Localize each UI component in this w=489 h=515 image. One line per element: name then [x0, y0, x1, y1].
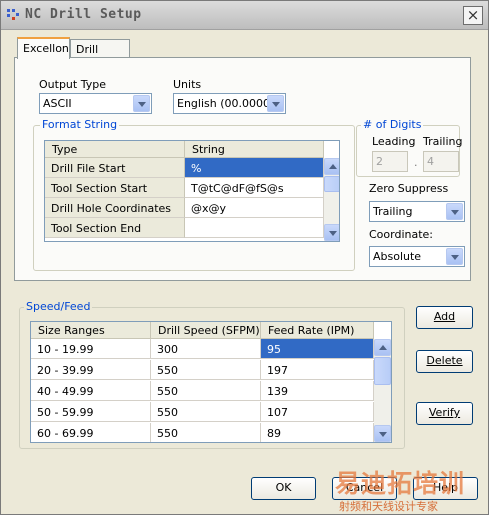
- delete-button[interactable]: Delete: [416, 350, 473, 373]
- speed-feed-grid[interactable]: Size Ranges Drill Speed (SFPM) Feed Rate…: [30, 321, 392, 443]
- units-select[interactable]: English (00.0000): [173, 93, 286, 114]
- format-row-type: Tool Section End: [45, 218, 185, 238]
- scroll-up-icon[interactable]: [374, 339, 391, 356]
- speed-feed-title: Speed/Feed: [24, 300, 93, 313]
- drill-speed-cell[interactable]: 300: [151, 339, 261, 359]
- feed-rate-cell[interactable]: 139: [261, 381, 374, 401]
- speed-feed-scrollbar[interactable]: [374, 339, 391, 442]
- format-row-type: Drill File Start: [45, 158, 185, 178]
- watermark-line2: 射频和天线设计专家: [339, 500, 438, 513]
- tab-excellon-label: Excellon: [23, 42, 69, 55]
- format-row-type: Tool Section Start: [45, 178, 185, 198]
- close-button[interactable]: ×: [463, 6, 483, 25]
- feed-rate-cell[interactable]: 197: [261, 360, 374, 380]
- chevron-down-icon[interactable]: [267, 95, 284, 112]
- close-icon: ×: [466, 6, 480, 24]
- add-button-label: Add: [433, 310, 456, 323]
- scroll-down-icon[interactable]: [374, 425, 391, 442]
- verify-button[interactable]: Verify: [416, 402, 473, 425]
- coordinate-label: Coordinate:: [369, 228, 434, 241]
- chevron-down-icon[interactable]: [133, 95, 150, 112]
- scroll-down-icon[interactable]: [324, 224, 339, 241]
- chevron-down-icon[interactable]: [446, 203, 463, 220]
- size-range-cell[interactable]: 20 - 39.99: [31, 360, 151, 380]
- format-grid-scrollbar[interactable]: [324, 158, 339, 241]
- format-row-string[interactable]: T@tC@dF@fS@s: [185, 178, 324, 198]
- column-header-drill-speed[interactable]: Drill Speed (SFPM): [151, 322, 261, 339]
- feed-rate-cell[interactable]: 107: [261, 402, 374, 422]
- format-row-string[interactable]: [185, 218, 324, 238]
- zero-suppress-select[interactable]: Trailing: [369, 201, 465, 222]
- coordinate-select[interactable]: Absolute: [369, 246, 465, 267]
- format-row-type: Drill Hole Coordinates: [45, 198, 185, 218]
- drill-speed-cell[interactable]: 550: [151, 360, 261, 380]
- chevron-down-icon[interactable]: [446, 248, 463, 265]
- leading-label: Leading: [372, 135, 416, 148]
- format-row-string[interactable]: %: [185, 158, 324, 178]
- leading-digits-field[interactable]: 2: [372, 151, 408, 172]
- format-string-title: Format String: [40, 118, 120, 131]
- feed-rate-cell[interactable]: 95: [261, 339, 374, 359]
- feed-rate-cell[interactable]: 89: [261, 423, 374, 442]
- window-title: NC Drill Setup: [25, 7, 142, 22]
- verify-button-label: Verify: [428, 406, 461, 419]
- tab-excellon[interactable]: Excellon: [17, 37, 70, 59]
- units-label: Units: [173, 78, 202, 91]
- ok-button-label: OK: [275, 481, 292, 494]
- format-string-group: Format String Type String Drill File Sta…: [33, 118, 355, 271]
- scroll-thumb[interactable]: [374, 357, 391, 385]
- trailing-digits-value: 4: [427, 155, 434, 168]
- column-header-feed-rate[interactable]: Feed Rate (IPM): [261, 322, 374, 339]
- trailing-digits-field[interactable]: 4: [423, 151, 459, 172]
- column-header-type[interactable]: Type: [45, 141, 185, 158]
- format-string-grid[interactable]: Type String Drill File Start % Tool Sect…: [44, 140, 340, 242]
- speed-feed-group: Speed/Feed Size Ranges Drill Speed (SFPM…: [19, 300, 405, 449]
- leading-digits-value: 2: [376, 155, 383, 168]
- delete-button-label: Delete: [426, 354, 463, 367]
- size-range-cell[interactable]: 60 - 69.99: [31, 423, 151, 442]
- ok-button[interactable]: OK: [251, 477, 316, 500]
- tab-panel-excellon: Output Type ASCII Units English (00.0000…: [14, 57, 471, 281]
- size-range-cell[interactable]: 10 - 19.99: [31, 339, 151, 359]
- output-type-value: ASCII: [43, 97, 72, 110]
- size-range-cell[interactable]: 50 - 59.99: [31, 402, 151, 422]
- watermark-line1: 易迪拓培训: [335, 469, 466, 498]
- output-type-select[interactable]: ASCII: [39, 93, 152, 114]
- title-bar[interactable]: NC Drill Setup ×: [1, 1, 488, 30]
- zero-suppress-value: Trailing: [373, 205, 413, 218]
- watermark: 易迪拓培训 射频和天线设计专家: [331, 464, 489, 514]
- coordinate-value: Absolute: [373, 250, 422, 263]
- drill-speed-cell[interactable]: 550: [151, 423, 261, 442]
- drill-speed-cell[interactable]: 550: [151, 381, 261, 401]
- units-value: English (00.0000): [177, 97, 275, 110]
- size-range-cell[interactable]: 40 - 49.99: [31, 381, 151, 401]
- scroll-up-icon[interactable]: [324, 158, 339, 175]
- app-icon: [7, 9, 19, 20]
- digits-title: # of Digits: [361, 118, 424, 131]
- output-type-label: Output Type: [39, 78, 106, 91]
- format-row-string[interactable]: @x@y: [185, 198, 324, 218]
- add-button[interactable]: Add: [416, 306, 473, 329]
- zero-suppress-label: Zero Suppress: [369, 182, 449, 195]
- drill-speed-cell[interactable]: 550: [151, 402, 261, 422]
- trailing-label: Trailing: [423, 135, 463, 148]
- nc-drill-setup-dialog: NC Drill Setup × Excellon Drill Listing …: [0, 0, 489, 515]
- column-header-size-ranges[interactable]: Size Ranges: [31, 322, 151, 339]
- tab-drill-listing[interactable]: Drill Listing: [70, 39, 130, 69]
- digits-separator: .: [414, 156, 418, 169]
- scroll-thumb[interactable]: [324, 176, 339, 192]
- column-header-string[interactable]: String: [185, 141, 324, 158]
